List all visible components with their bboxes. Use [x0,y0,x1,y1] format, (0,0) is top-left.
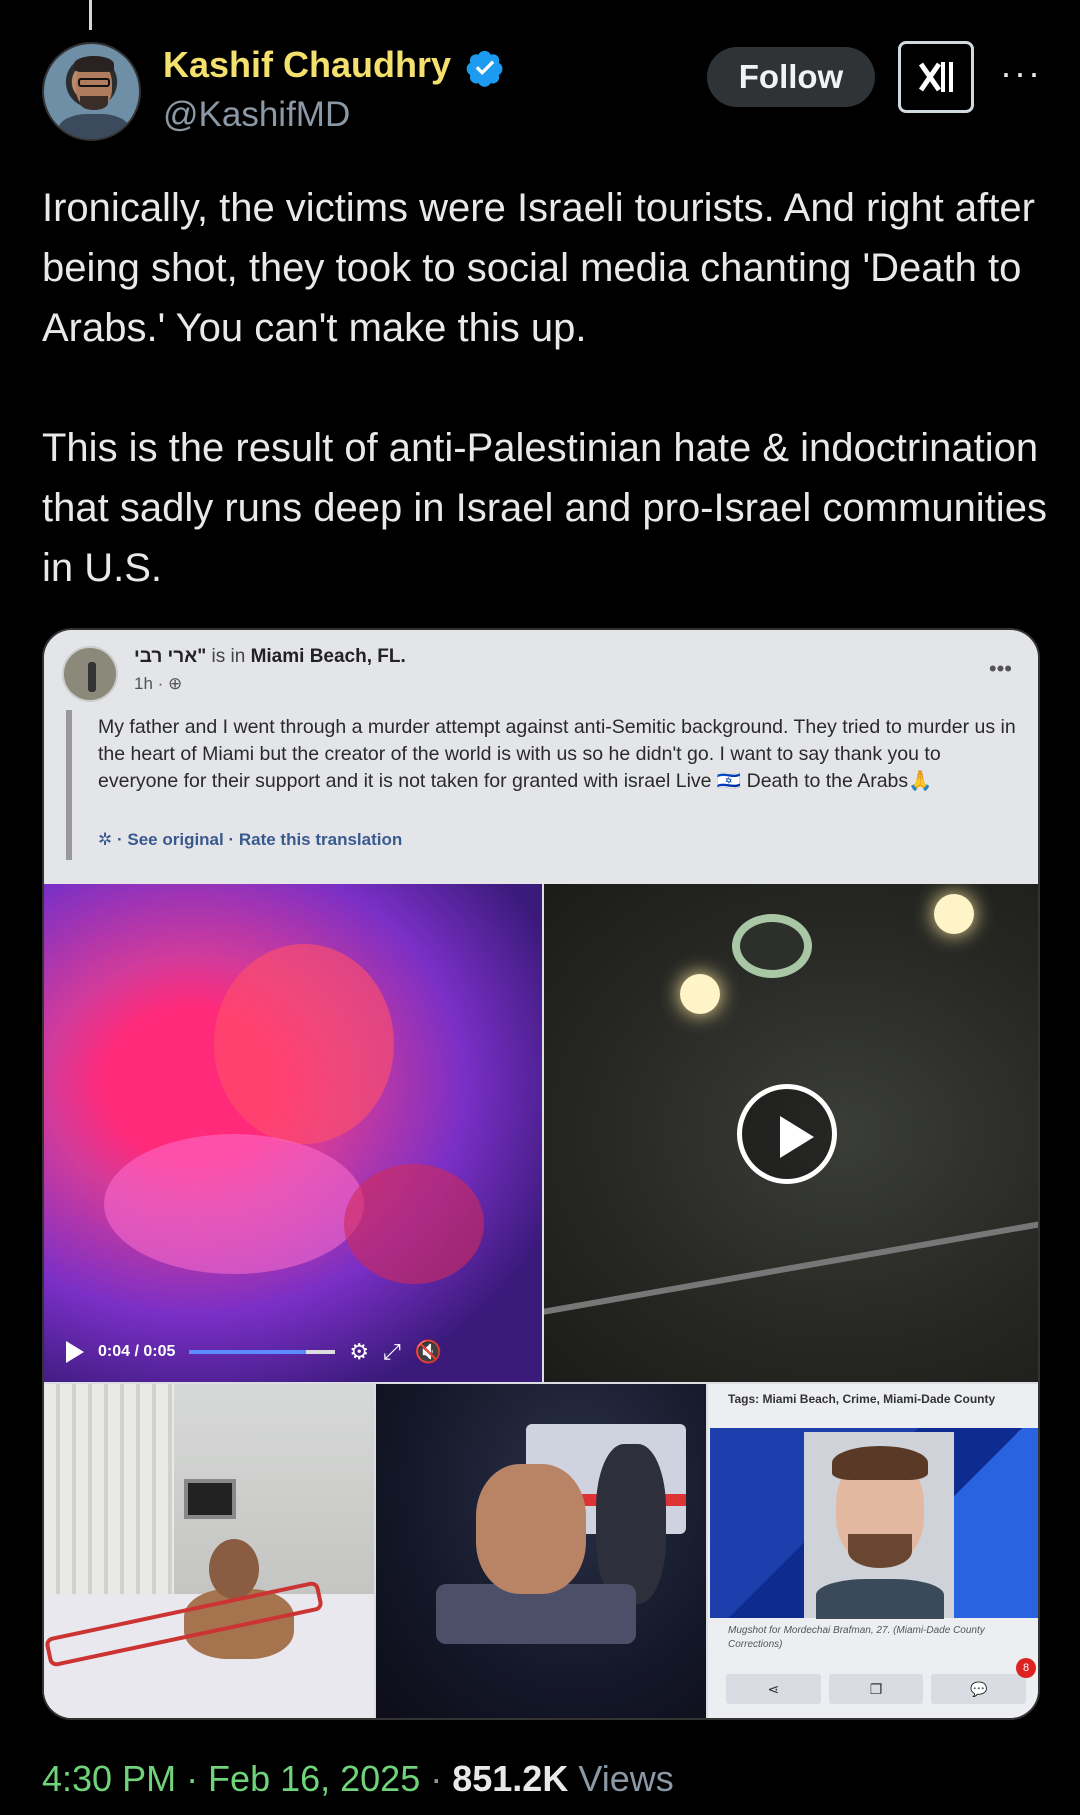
media-attachment[interactable]: ארי רבי" is in Miami Beach, FL. 1h · ⊕ •… [42,628,1040,1720]
comment-icon: 💬 [931,1674,1027,1704]
more-options-icon[interactable]: ··· [1000,52,1042,94]
grok-logo-icon [918,62,953,92]
embedded-post-author: ארי רבי" [134,646,207,667]
video-controls: 0:04 / 0:05 ⚙ ⤢ 🔇 [44,1322,542,1382]
tweet-paragraph-1: Ironically, the victims were Israeli tou… [42,186,1035,350]
play-button-icon[interactable] [737,1084,837,1184]
tweet-meta: 4:30 PM · Feb 16, 2025 · 851.2K Views [42,1758,674,1800]
news-caption: Mugshot for Mordechai Brafman, 27. (Miam… [728,1625,985,1650]
hospital-photo [44,1384,374,1718]
embedded-post-time: 1h · ⊕ [134,674,182,694]
translation-links-text: · See original · Rate this translation [116,830,403,849]
author-name[interactable]: Kashif Chaudhry [163,44,451,86]
ambulance-photo [376,1384,706,1718]
settings-icon: ✲ [98,830,113,849]
follow-button[interactable]: Follow [707,47,875,107]
tweet-timestamp[interactable]: 4:30 PM · Feb 16, 2025 [42,1758,420,1799]
video-progress-bar [189,1350,336,1354]
fullscreen-icon: ⤢ [383,1339,401,1364]
embedded-post-location: Miami Beach, FL. [250,646,406,667]
embedded-post-time-text: 1h · [134,674,164,693]
copy-icon: ❐ [828,1674,924,1704]
views-label: Views [568,1758,674,1799]
thread-connector-line [89,0,92,30]
notification-badge: 8 [1016,1658,1036,1678]
tweet-paragraph-2: This is the result of anti-Palestinian h… [42,426,1047,590]
embedded-post-location-prefix: is in [211,646,246,667]
mute-icon: 🔇 [414,1339,443,1364]
globe-icon: ⊕ [168,674,183,693]
author-handle[interactable]: @KashifMD [163,95,350,135]
video-time: 0:04 / 0:05 [98,1343,176,1360]
meta-separator: · [420,1758,453,1799]
share-icon: ⋖ [726,1674,821,1704]
embedded-post-text: My father and I went through a murder at… [98,716,1016,792]
translation-links: ✲ · See original · Rate this translation [98,830,402,850]
embedded-post-author-line: ארי רבי" is in Miami Beach, FL. [134,646,406,668]
embedded-more-icon: ••• [988,656,1012,681]
grok-icon[interactable] [898,41,974,113]
news-action-buttons: ⋖ ❐ 💬 [726,1674,1027,1704]
bullet-hole [732,914,812,978]
embedded-post-avatar [62,646,118,702]
play-icon [66,1341,84,1363]
news-tags: Tags: Miami Beach, Crime, Miami-Dade Cou… [728,1392,996,1406]
settings-gear-icon: ⚙ [349,1339,370,1364]
embedded-video: 0:04 / 0:05 ⚙ ⤢ 🔇 [44,884,542,1382]
tweet-text: Ironically, the victims were Israeli tou… [42,178,1052,598]
quote-bar [66,710,72,860]
embedded-post-header: ארי רבי" is in Miami Beach, FL. 1h · ⊕ •… [44,630,1038,884]
author-avatar[interactable] [42,42,141,141]
verified-badge-icon [466,50,503,87]
news-clip: Tags: Miami Beach, Crime, Miami-Dade Cou… [708,1384,1038,1718]
views-count: 851.2K [452,1758,569,1799]
